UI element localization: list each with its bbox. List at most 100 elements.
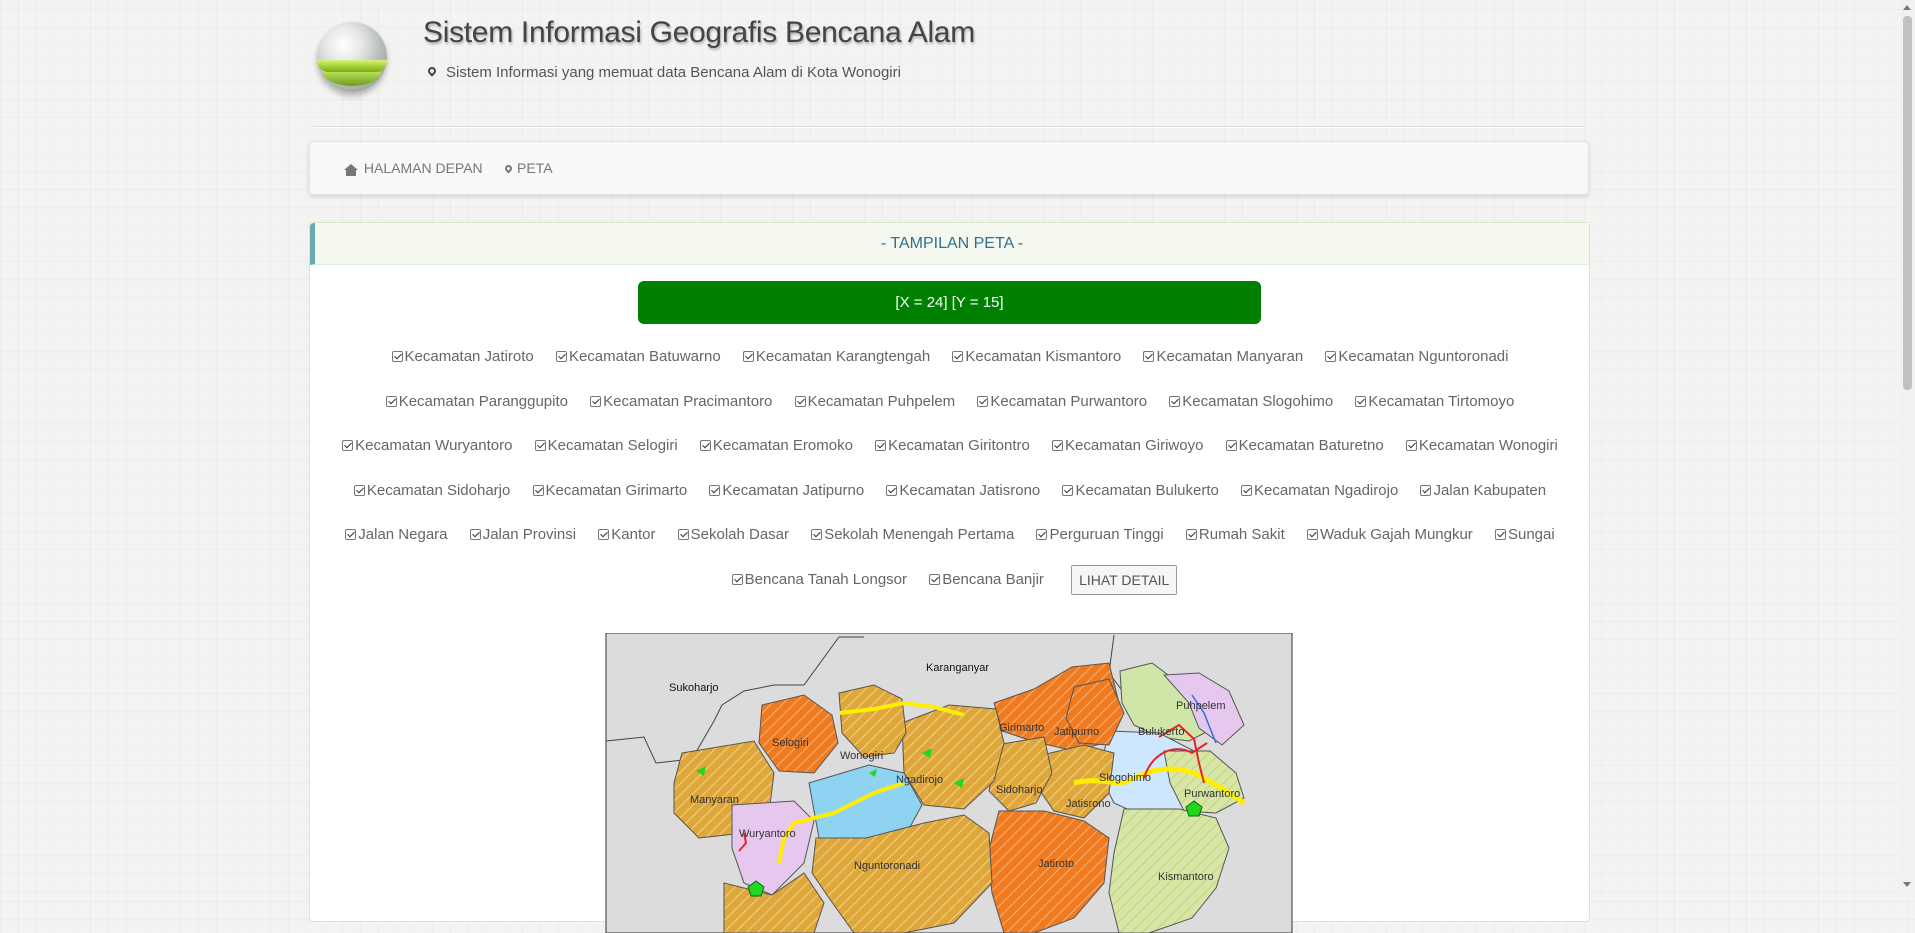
layer-checkbox[interactable]: Kecamatan Pracimantoro — [590, 380, 772, 425]
map-label-karanganyar: Karanganyar — [926, 662, 989, 674]
layer-checkbox[interactable]: Kecamatan Purwantoro — [977, 380, 1147, 425]
checkbox-checked-icon[interactable] — [353, 484, 365, 496]
layer-checkbox[interactable]: Kecamatan Bulukerto — [1062, 469, 1219, 514]
checkbox-checked-icon[interactable] — [886, 484, 898, 496]
map-label-manyaran: Manyaran — [690, 794, 739, 806]
checkbox-checked-icon[interactable] — [590, 395, 602, 407]
checkbox-checked-icon[interactable] — [1143, 351, 1155, 362]
checkbox-checked-icon[interactable] — [811, 529, 823, 540]
navbar: HALAMAN DEPAN PETA — [309, 141, 1589, 195]
layer-checkbox[interactable]: Kecamatan Paranggupito — [385, 380, 568, 425]
checkbox-checked-icon[interactable] — [1420, 484, 1432, 496]
layer-checkbox[interactable]: Kecamatan Tirtomoyo — [1355, 380, 1514, 425]
layer-checkbox[interactable]: Kecamatan Slogohimo — [1169, 380, 1333, 425]
layer-checkbox[interactable]: Kecamatan Eromoko — [699, 424, 853, 469]
checkbox-checked-icon[interactable] — [598, 529, 610, 540]
layer-checkbox[interactable]: Kecamatan Wonogiri — [1405, 424, 1558, 469]
nav-map-label: PETA — [517, 160, 553, 176]
checkbox-checked-icon[interactable] — [977, 395, 989, 407]
layer-checkbox[interactable]: Kecamatan Sidoharjo — [353, 469, 510, 514]
checkbox-checked-icon[interactable] — [1405, 440, 1417, 451]
checkbox-checked-icon[interactable] — [1241, 484, 1253, 496]
scrollbar-thumb[interactable] — [1903, 16, 1912, 390]
checkbox-checked-icon[interactable] — [952, 351, 964, 362]
map-label-girimarto: Girimarto — [999, 722, 1044, 734]
layer-checkbox[interactable]: Bencana Banjir — [929, 558, 1044, 603]
map-label-purwantoro: Purwantoro — [1184, 788, 1240, 800]
checkbox-checked-icon[interactable] — [731, 573, 743, 585]
checkbox-checked-icon[interactable] — [1355, 395, 1367, 407]
layer-checkbox[interactable]: Kecamatan Giriwoyo — [1052, 424, 1203, 469]
map-panel: - TAMPILAN PETA - [X = 24] [Y = 15] Keca… — [309, 222, 1590, 933]
checkbox-checked-icon[interactable] — [1169, 395, 1181, 407]
checkbox-checked-icon[interactable] — [1052, 440, 1064, 451]
checkbox-checked-icon[interactable] — [469, 529, 481, 540]
map-label-kismantoro: Kismantoro — [1158, 871, 1214, 883]
panel-heading: - TAMPILAN PETA - — [310, 223, 1589, 265]
checkbox-checked-icon[interactable] — [1494, 529, 1506, 540]
checkbox-checked-icon[interactable] — [345, 529, 357, 540]
layer-checkbox[interactable]: Kecamatan Kismantoro — [952, 335, 1121, 380]
map-label-jatiroto: Jatiroto — [1038, 858, 1074, 870]
checkbox-checked-icon[interactable] — [534, 440, 546, 451]
map-label-sukoharjo: Sukoharjo — [669, 682, 719, 694]
checkbox-checked-icon[interactable] — [794, 395, 806, 407]
layer-checkbox[interactable]: Kecamatan Puhpelem — [794, 380, 955, 425]
layer-checklist: Kecamatan Jatiroto Kecamatan Batuwarno K… — [330, 335, 1570, 602]
nav-home-link[interactable]: HALAMAN DEPAN — [344, 160, 483, 176]
checkbox-checked-icon[interactable] — [875, 440, 887, 451]
checkbox-checked-icon[interactable] — [532, 484, 544, 496]
scroll-down-arrow-icon[interactable] — [1903, 882, 1911, 887]
coordinate-display: [X = 24] [Y = 15] — [638, 281, 1261, 324]
checkbox-checked-icon[interactable] — [391, 351, 403, 362]
checkbox-checked-icon[interactable] — [929, 573, 941, 585]
checkbox-checked-icon[interactable] — [1185, 529, 1197, 540]
checkbox-checked-icon[interactable] — [1306, 529, 1318, 540]
layer-checkbox[interactable]: Bencana Tanah Longsor — [731, 558, 907, 603]
layer-checkbox[interactable]: Kecamatan Batuwarno — [555, 335, 721, 380]
checkbox-checked-icon[interactable] — [742, 351, 754, 362]
scroll-up-arrow-icon[interactable] — [1903, 5, 1911, 10]
layer-checkbox[interactable]: Rumah Sakit — [1185, 513, 1285, 558]
view-detail-button[interactable]: LIHAT DETAIL — [1071, 564, 1178, 595]
map-label-selogiri: Selogiri — [772, 737, 809, 749]
layer-checkbox[interactable]: Perguruan Tinggi — [1036, 513, 1164, 558]
checkbox-checked-icon[interactable] — [555, 351, 567, 362]
checkbox-checked-icon[interactable] — [1325, 351, 1337, 362]
checkbox-checked-icon[interactable] — [1036, 529, 1048, 540]
layer-checkbox[interactable]: Kecamatan Girimarto — [532, 469, 687, 514]
district-map[interactable]: Sukoharjo Karanganyar Selogiri Wonogiri … — [604, 633, 1295, 933]
layer-checkbox[interactable]: Kecamatan Nguntoronadi — [1325, 335, 1508, 380]
checkbox-checked-icon[interactable] — [709, 484, 721, 496]
map-label-wuryantoro: Wuryantoro — [739, 828, 796, 840]
layer-checkbox[interactable]: Kecamatan Wuryantoro — [342, 424, 512, 469]
layer-checkbox[interactable]: Kecamatan Giritontro — [875, 424, 1030, 469]
checkbox-checked-icon[interactable] — [342, 440, 354, 451]
layer-checkbox[interactable]: Kecamatan Jatisrono — [886, 469, 1040, 514]
checkbox-checked-icon[interactable] — [677, 529, 689, 540]
layer-checkbox[interactable]: Kecamatan Selogiri — [534, 424, 678, 469]
layer-checkbox[interactable]: Jalan Kabupaten — [1420, 469, 1546, 514]
layer-checkbox[interactable]: Waduk Gajah Mungkur — [1306, 513, 1473, 558]
checkbox-checked-icon[interactable] — [1062, 484, 1074, 496]
layer-checkbox[interactable]: Kecamatan Karangtengah — [742, 335, 930, 380]
layer-checkbox[interactable]: Sekolah Menengah Pertama — [811, 513, 1014, 558]
layer-checkbox[interactable]: Sungai — [1494, 513, 1555, 558]
site-subtitle-text: Sistem Informasi yang memuat data Bencan… — [446, 64, 901, 81]
layer-checkbox[interactable]: Sekolah Dasar — [677, 513, 789, 558]
nav-map-link[interactable]: PETA — [503, 160, 553, 176]
layer-checkbox[interactable]: Kecamatan Jatipurno — [709, 469, 864, 514]
checkbox-checked-icon[interactable] — [699, 440, 711, 451]
layer-checkbox[interactable]: Kecamatan Manyaran — [1143, 335, 1303, 380]
layer-checkbox[interactable]: Kecamatan Jatiroto — [391, 335, 534, 380]
layer-checkbox[interactable]: Kantor — [598, 513, 655, 558]
map-label-slogohimo: Slogohimo — [1099, 772, 1151, 784]
layer-checkbox[interactable]: Jalan Negara — [345, 513, 448, 558]
checkbox-checked-icon[interactable] — [385, 395, 397, 407]
map-label-ngadirojo: Ngadirojo — [896, 774, 943, 786]
layer-checkbox[interactable]: Kecamatan Baturetno — [1225, 424, 1384, 469]
checkbox-checked-icon[interactable] — [1225, 440, 1237, 451]
page-scrollbar[interactable] — [1900, 0, 1915, 892]
layer-checkbox[interactable]: Jalan Provinsi — [469, 513, 576, 558]
layer-checkbox[interactable]: Kecamatan Ngadirojo — [1241, 469, 1398, 514]
